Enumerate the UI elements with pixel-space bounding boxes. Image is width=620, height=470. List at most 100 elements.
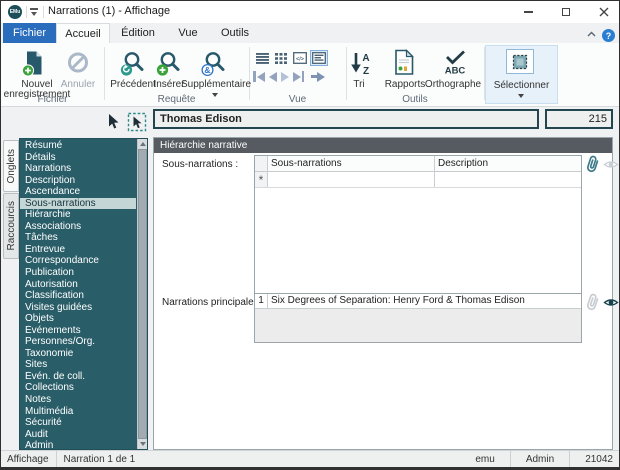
sidebar-item-collections[interactable]: Collections	[20, 382, 136, 394]
sidebar-item-multimedia[interactable]: Multimédia	[20, 406, 136, 418]
attachment-icon-inactive[interactable]	[581, 291, 603, 314]
first-record-button[interactable]	[253, 71, 265, 82]
side-tab-raccourcis[interactable]: Raccourcis	[3, 193, 19, 259]
sidebar-item-taches[interactable]: Tâches	[20, 232, 136, 244]
close-button[interactable]	[588, 1, 619, 23]
sidebar-item-securite[interactable]: Sécurité	[20, 417, 136, 429]
eye-icon-active[interactable]	[603, 297, 619, 308]
record-number: 215	[588, 113, 607, 125]
sidebar-item-description[interactable]: Description	[20, 175, 136, 187]
record-navigation	[253, 71, 325, 82]
sidebar-scrollbar[interactable]	[137, 139, 147, 449]
svg-text:&: &	[204, 65, 210, 75]
pointer-cursor-icon[interactable]	[105, 113, 121, 130]
svg-text:</>: </>	[296, 56, 304, 62]
spelling-icon[interactable]: ABC	[441, 49, 469, 76]
previous-record-button[interactable]	[268, 71, 277, 82]
query-additional-icon[interactable]: &	[201, 50, 227, 77]
tab-accueil[interactable]: Accueil	[56, 23, 110, 43]
sidebar-item-audit[interactable]: Audit	[20, 429, 136, 441]
main-narration-list[interactable]: 1 Six Degrees of Separation: Henry Ford …	[254, 293, 582, 343]
status-separator	[509, 451, 511, 467]
tab-fichier[interactable]: Fichier	[3, 23, 56, 43]
spelling-button[interactable]: Orthographe	[421, 80, 485, 90]
query-additional-button[interactable]: Supplémentaire	[177, 80, 255, 90]
pointer-select-region-icon[interactable]	[127, 112, 147, 132]
section-header: Hiérarchie narrative	[154, 138, 612, 153]
sidebar-item-sous-narrations[interactable]: Sous-narrations	[20, 197, 136, 210]
sidebar-item-taxonomie[interactable]: Taxonomie	[20, 348, 136, 360]
help-button[interactable]: ?	[602, 29, 615, 42]
titlebar-separator	[43, 6, 44, 18]
sort-button[interactable]: Tri	[347, 80, 371, 90]
sort-icon[interactable]: A Z	[348, 50, 373, 77]
row-selector-header	[255, 156, 268, 171]
query-insert-icon[interactable]	[156, 50, 182, 77]
query-previous-icon[interactable]	[120, 50, 146, 77]
sidebar-item-objets[interactable]: Objets	[20, 313, 136, 325]
reports-icon[interactable]	[393, 49, 416, 76]
goto-record-button[interactable]	[311, 71, 325, 82]
quick-access-dropdown-icon[interactable]	[30, 8, 38, 16]
sidebar-tab-list: Résumé Détails Narrations Description As…	[19, 138, 148, 451]
sidebar-item-associations[interactable]: Associations	[20, 221, 136, 233]
view-grid-button[interactable]	[272, 50, 290, 66]
tab-vue[interactable]: Vue	[166, 23, 210, 43]
sidebar-item-personnes-org[interactable]: Personnes/Org.	[20, 336, 136, 348]
app-logo-icon[interactable]: EMu	[8, 5, 22, 19]
maximize-button[interactable]	[550, 1, 582, 23]
eye-icon-inactive[interactable]	[603, 159, 619, 170]
status-separator	[55, 451, 57, 467]
main-panel: Hiérarchie narrative Sous-narrations : S…	[153, 137, 619, 450]
sidebar-item-even-de-coll[interactable]: Évén. de coll.	[20, 371, 136, 383]
sidebar-item-correspondance[interactable]: Correspondance	[20, 255, 136, 267]
select-button-label: Sélectionner	[493, 80, 550, 91]
status-role: Admin	[525, 453, 555, 465]
group-separator	[249, 47, 250, 100]
sidebar-item-sites[interactable]: Sites	[20, 359, 136, 371]
status-user: emu	[475, 453, 495, 465]
view-code-icon: </>	[293, 52, 307, 64]
tab-edition[interactable]: Édition	[110, 23, 166, 43]
tab-outils[interactable]: Outils	[210, 23, 260, 43]
minimize-button[interactable]	[512, 1, 544, 23]
view-code-button[interactable]: </>	[291, 50, 309, 66]
last-record-button[interactable]	[292, 71, 304, 82]
sidebar-item-entrevue[interactable]: Entrevue	[20, 244, 136, 256]
sidebar-item-hierarchie[interactable]: Hiérarchie	[20, 209, 136, 221]
scrollbar-thumb[interactable]	[138, 149, 147, 439]
sidebar-item-visites-guidees[interactable]: Visites guidées	[20, 302, 136, 314]
view-details-icon	[312, 52, 326, 64]
view-details-button[interactable]	[310, 50, 328, 66]
sidebar-item-details[interactable]: Détails	[20, 152, 136, 164]
section-title: Hiérarchie narrative	[160, 140, 248, 151]
sidebar-item-classification[interactable]: Classification	[20, 290, 136, 302]
collapse-ribbon-icon[interactable]	[587, 31, 596, 37]
new-record-row[interactable]: *	[255, 172, 581, 188]
maximize-icon	[562, 8, 570, 16]
narration-row[interactable]: 1 Six Degrees of Separation: Henry Ford …	[255, 294, 581, 309]
select-icon-frame	[506, 49, 534, 74]
sidebar-item-publication[interactable]: Publication	[20, 267, 136, 279]
new-row-cell-sous-narrations[interactable]	[268, 172, 435, 187]
column-header-description: Description	[438, 158, 489, 169]
scroll-down-icon[interactable]	[138, 439, 147, 449]
select-button[interactable]: Sélectionner	[485, 45, 558, 104]
sub-narrations-table[interactable]: Sous-narrations Description *	[254, 155, 582, 305]
side-tab-onglets[interactable]: Onglets	[3, 140, 19, 192]
sidebar-item-evenements[interactable]: Événements	[20, 325, 136, 337]
view-list-button[interactable]	[253, 50, 271, 66]
sidebar-item-resume[interactable]: Résumé	[20, 140, 136, 152]
scroll-up-icon[interactable]	[138, 139, 147, 149]
sidebar-item-notes[interactable]: Notes	[20, 394, 136, 406]
new-row-cell-description[interactable]	[435, 172, 581, 187]
status-record-info: Narration 1 de 1	[63, 453, 136, 465]
select-dropdown-icon	[518, 94, 524, 98]
attachment-icon-active[interactable]	[581, 153, 603, 176]
sidebar-item-autorisation[interactable]: Autorisation	[20, 279, 136, 291]
next-record-button[interactable]	[280, 71, 289, 82]
undo-button: Annuler	[60, 79, 96, 90]
sidebar-item-narrations[interactable]: Narrations	[20, 163, 136, 175]
new-record-icon[interactable]	[21, 50, 47, 77]
sidebar-item-ascendance[interactable]: Ascendance	[20, 186, 136, 198]
